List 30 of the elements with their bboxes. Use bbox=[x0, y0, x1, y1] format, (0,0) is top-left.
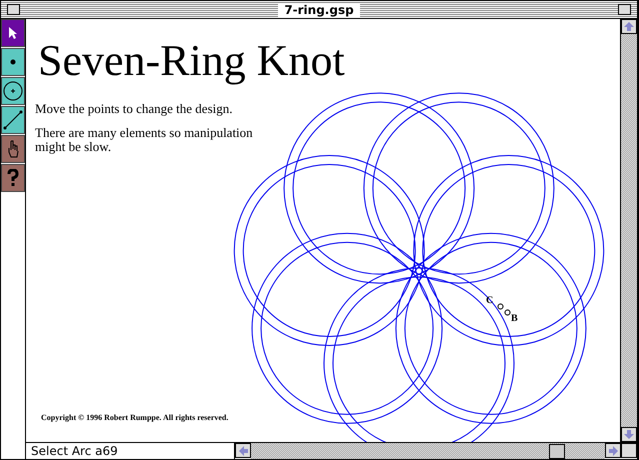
hand-icon bbox=[6, 140, 20, 158]
document-heading: Seven-Ring Knot bbox=[38, 35, 345, 86]
paragraph: Move the points to change the design. bbox=[35, 102, 234, 116]
up-arrow-icon bbox=[624, 22, 634, 31]
copyright-text: Copyright © 1996 Robert Rumppe. All rights reserved. bbox=[41, 413, 228, 422]
zoom-box[interactable] bbox=[618, 4, 631, 15]
window-title: 7-ring.gsp bbox=[278, 2, 360, 16]
scroll-down-button[interactable] bbox=[621, 427, 637, 442]
tool-button[interactable] bbox=[1, 48, 25, 76]
point-label: B bbox=[511, 313, 518, 324]
paragraph: There are many elements so manipulation might be slow. bbox=[35, 126, 254, 154]
right-arrow-icon bbox=[608, 446, 618, 456]
tool-button[interactable] bbox=[1, 106, 25, 134]
circle-icon bbox=[3, 81, 23, 101]
scroll-thumb[interactable] bbox=[549, 444, 565, 458]
down-arrow-icon bbox=[624, 430, 634, 439]
left-arrow-icon bbox=[238, 446, 248, 456]
close-box[interactable] bbox=[7, 4, 20, 15]
question-icon bbox=[7, 169, 19, 187]
line-icon bbox=[3, 110, 23, 130]
scroll-up-button[interactable] bbox=[621, 19, 637, 34]
pointer-icon bbox=[8, 26, 18, 40]
tool-button[interactable] bbox=[1, 77, 25, 105]
tool-button[interactable] bbox=[1, 135, 25, 163]
scroll-left-button[interactable] bbox=[235, 443, 251, 458]
dot-icon bbox=[10, 59, 16, 65]
tool-button[interactable] bbox=[1, 19, 25, 47]
resize-handle[interactable] bbox=[621, 443, 637, 458]
tool-button[interactable] bbox=[1, 164, 25, 192]
scroll-right-button[interactable] bbox=[605, 443, 621, 458]
